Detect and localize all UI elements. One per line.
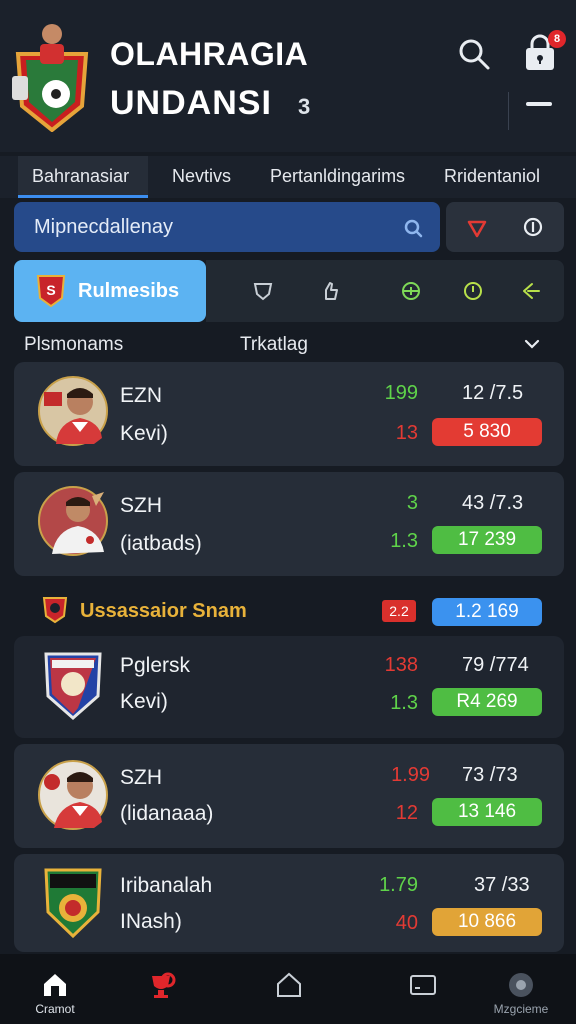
section-label-mid: Trkatlag bbox=[240, 334, 308, 355]
team-sub: Kevi) bbox=[120, 422, 168, 445]
score-pair-text: 43 /7.3 bbox=[462, 492, 524, 514]
section-label-left: Plsmonams bbox=[24, 334, 124, 355]
nav-tablet[interactable] bbox=[368, 954, 478, 1024]
nav-profile[interactable]: Mzgcieme bbox=[466, 954, 576, 1024]
odds-pill[interactable]: 5 830 bbox=[432, 418, 542, 446]
svg-text:S: S bbox=[46, 282, 55, 298]
tab-nevtivs[interactable]: Nevtivs bbox=[172, 156, 231, 198]
score-pair-text: 79 /774 bbox=[462, 654, 529, 676]
team-sub: Kevi) bbox=[120, 690, 168, 713]
score-pair-text: 37 /33 bbox=[474, 874, 530, 896]
swap-icon[interactable] bbox=[520, 280, 542, 302]
shield-outline-icon[interactable] bbox=[252, 280, 274, 302]
nav-home[interactable]: Cramot bbox=[0, 954, 110, 1024]
app-title-line2: UNDANSI bbox=[110, 84, 272, 122]
match-card[interactable]: SZH (iatbads) 3 1.3 43 /7.3 17 239 bbox=[14, 472, 564, 576]
odds-bottom: 40 bbox=[395, 912, 418, 934]
score-pair: 37 /33 bbox=[474, 874, 530, 897]
search-icon[interactable] bbox=[402, 217, 424, 239]
odds-pill[interactable]: R4 269 bbox=[432, 688, 542, 716]
score-pair: 43 /7.3 bbox=[462, 492, 523, 515]
nav-house[interactable] bbox=[234, 954, 344, 1024]
category-active-label: Rulmesibs bbox=[78, 280, 180, 302]
odds-top: 138 bbox=[384, 654, 418, 676]
category-icons bbox=[206, 260, 564, 322]
filter-down-icon[interactable] bbox=[466, 217, 488, 239]
odds-pill[interactable]: 17 239 bbox=[432, 526, 542, 554]
player-avatar bbox=[38, 486, 108, 556]
tab-bar: Bahranasiar Nevtivs Pertanldingarims Rri… bbox=[0, 156, 576, 198]
player-avatar bbox=[38, 760, 108, 830]
nav-profile-label: Mzgcieme bbox=[493, 1002, 549, 1016]
team-name: SZH bbox=[120, 766, 162, 789]
odds-top: 199 bbox=[384, 382, 418, 404]
odds-bottom: 1.3 bbox=[390, 692, 418, 714]
notification-badge: 8 bbox=[548, 30, 566, 48]
match-card[interactable]: Pglersk Kevi) 138 1.3 79 /774 R4 269 bbox=[14, 636, 564, 738]
home-icon bbox=[44, 974, 66, 996]
odds-bottom: 13 bbox=[395, 422, 418, 444]
odds-bottom: 1.3 bbox=[390, 530, 418, 552]
odds-top: 3 bbox=[406, 492, 418, 514]
clock-icon[interactable] bbox=[462, 280, 484, 302]
team-name: Iribanalah bbox=[120, 874, 213, 897]
bottom-nav: Cramot Mzgcieme bbox=[0, 954, 576, 1024]
match-card[interactable]: EZN Kevi) 199 13 12 /7.5 5 830 bbox=[14, 362, 564, 466]
tablet-icon bbox=[410, 975, 436, 995]
app-header: OLAHRAGIA UNDANSI 3 8 bbox=[0, 0, 576, 152]
thumb-icon[interactable] bbox=[320, 280, 342, 302]
shield-icon: S bbox=[36, 275, 66, 308]
tab-bahranasiar[interactable]: Bahranasiar bbox=[18, 156, 148, 198]
league-header: Ussassaior Snam 2.2 1.2 169 bbox=[14, 584, 564, 634]
trophy-icon bbox=[152, 972, 176, 998]
league-title: Ussassaior Snam bbox=[80, 600, 247, 622]
header-divider bbox=[508, 92, 509, 130]
team-crest-icon bbox=[44, 652, 102, 720]
odds-pill[interactable]: 10 866 bbox=[432, 908, 542, 936]
chevron-down-icon[interactable] bbox=[522, 336, 542, 352]
search-icon[interactable] bbox=[456, 36, 492, 72]
club-logo-icon bbox=[12, 24, 89, 132]
odds-top: 1.99 bbox=[391, 764, 430, 786]
odds-top: 1.79 bbox=[379, 874, 418, 896]
info-icon[interactable] bbox=[522, 216, 544, 238]
score-pair: 73 /73 bbox=[462, 764, 518, 787]
filter-controls bbox=[446, 202, 564, 252]
team-sub: (iatbads) bbox=[120, 532, 202, 555]
title-badge: 3 bbox=[298, 94, 311, 119]
team-name: SZH bbox=[120, 494, 162, 517]
category-active[interactable]: S Rulmesibs bbox=[14, 260, 206, 322]
tab-rridentaniol[interactable]: Rridentaniol bbox=[444, 156, 540, 198]
score-pair-text: 73 /73 bbox=[462, 764, 518, 786]
team-sub: (lidanaaa) bbox=[120, 802, 214, 825]
match-card[interactable]: Iribanalah INash) 1.79 40 37 /33 10 866 bbox=[14, 854, 564, 952]
target-icon[interactable] bbox=[400, 280, 422, 302]
team-crest-icon bbox=[44, 868, 102, 939]
app-title-line1: OLAHRAGIA bbox=[110, 36, 309, 72]
odds-bottom: 12 bbox=[395, 802, 418, 824]
team-name: Pglersk bbox=[120, 654, 191, 677]
search-input[interactable]: Mipnecdallenay bbox=[14, 202, 440, 252]
team-sub: INash) bbox=[120, 910, 182, 933]
tab-pertandingan[interactable]: Pertanldingarims bbox=[270, 156, 405, 198]
nav-home-label: Cramot bbox=[35, 1002, 75, 1016]
team-name: EZN bbox=[120, 384, 162, 407]
score-pair-text: 12 /7.5 bbox=[462, 382, 524, 404]
league-badge: 2.2 bbox=[382, 600, 416, 622]
search-value: Mipnecdallenay bbox=[34, 216, 173, 238]
house-outline-icon bbox=[277, 972, 301, 997]
menu-icon[interactable] bbox=[526, 102, 552, 106]
profile-icon bbox=[509, 973, 533, 997]
league-odds-pill[interactable]: 1.2 169 bbox=[432, 598, 542, 626]
player-avatar bbox=[38, 376, 108, 446]
odds-pill[interactable]: 13 146 bbox=[432, 798, 542, 826]
score-pair: 79 /774 bbox=[462, 654, 529, 677]
score-pair: 12 /7.5 bbox=[462, 382, 523, 405]
league-flag-icon bbox=[42, 597, 68, 624]
match-card[interactable]: SZH (lidanaaa) 1.99 12 73 /73 13 146 bbox=[14, 744, 564, 848]
nav-trophy[interactable] bbox=[106, 954, 216, 1024]
app-root: OLAHRAGIA UNDANSI 3 8 Bahranasiar Nevtiv… bbox=[0, 0, 576, 1024]
